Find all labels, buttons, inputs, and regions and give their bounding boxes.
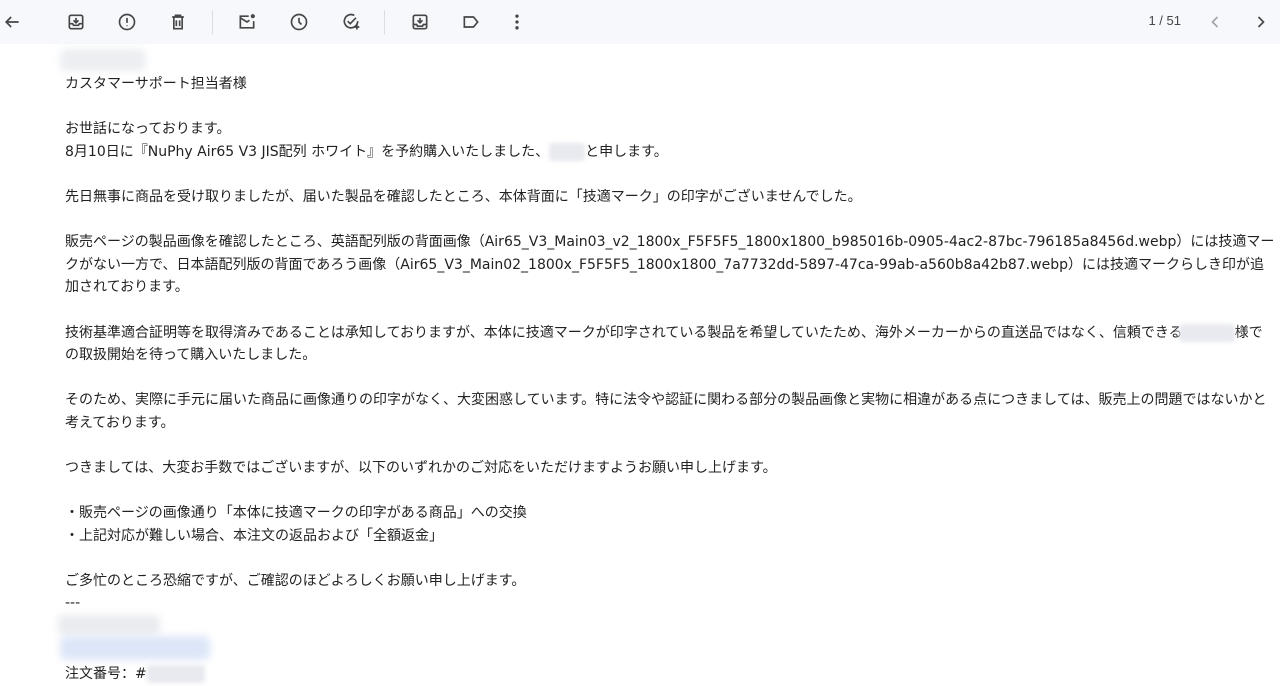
mark-unread-button[interactable] [231, 6, 263, 38]
redacted-name [549, 142, 586, 161]
body-paragraph: 技術基準適合証明等を取得済みであることは承知しておりますが、本体に技適マークが印… [65, 322, 1275, 367]
more-vert-icon [515, 14, 519, 30]
newer-button[interactable] [1199, 6, 1231, 38]
move-to-icon [412, 14, 428, 30]
body-text: 8月10日に『NuPhy Air65 V3 JIS配列 ホワイト』を予約購入いた… [65, 143, 550, 160]
older-button[interactable] [1245, 6, 1277, 38]
archive-icon [68, 14, 84, 30]
closing: ご多忙のところ恐縮ですが、ご確認のほどよろしくお願い申し上げます。 [65, 573, 526, 590]
order-number-line: 注文番号：# [65, 663, 205, 685]
body-paragraph: 先日無事に商品を受け取りましたが、届いた製品を確認したところ、本体背面に「技適マ… [65, 188, 862, 205]
list-item: ・販売ページの画像通り「本体に技適マークの印字がある商品」への交換 [65, 505, 527, 522]
body-paragraph: つきましては、大変お手数ではございますが、以下のいずれかのご対応をいただけますよ… [65, 460, 777, 477]
toolbar-divider [212, 10, 213, 34]
arrow-left-icon [4, 16, 19, 28]
chevron-left-icon [1211, 16, 1219, 28]
body-text: 技術基準適合証明等を取得済みであることは承知しておりますが、本体に技適マークが印… [65, 324, 1183, 341]
body-paragraph: そのため、実際に手元に届いた商品に画像通りの印字がなく、大変困惑しています。特に… [65, 392, 1267, 431]
list-item: ・上記対応が難しい場合、本注文の返品および「全額返金」 [65, 527, 443, 544]
delete-button[interactable] [162, 6, 194, 38]
label-button[interactable] [455, 6, 487, 38]
report-spam-button[interactable] [111, 6, 143, 38]
mark-unread-icon [239, 14, 255, 29]
label-icon [463, 16, 479, 28]
greeting: カスタマーサポート担当者様 [65, 76, 247, 92]
more-button[interactable] [501, 6, 533, 38]
redacted-store [1178, 323, 1235, 342]
order-number-label: 注文番号：# [65, 666, 147, 682]
email-toolbar: 1 / 51 [0, 0, 1280, 44]
snooze-button[interactable] [283, 6, 315, 38]
redacted-signature-link [60, 636, 210, 660]
body-text: と申します。 [585, 143, 668, 160]
archive-button[interactable] [60, 6, 92, 38]
body-line: お世話になっております。 [65, 121, 231, 138]
chevron-right-icon [1257, 16, 1265, 28]
move-to-button[interactable] [404, 6, 436, 38]
clock-icon [290, 13, 308, 31]
redacted-order-number [146, 665, 205, 683]
pager-count: 1 / 51 [1148, 13, 1181, 28]
trash-icon [172, 14, 184, 30]
add-task-button[interactable] [335, 6, 367, 38]
signature-separator: --- [65, 594, 81, 611]
redacted-signature [58, 615, 160, 635]
toolbar-divider [384, 10, 385, 34]
body-paragraph: 販売ページの製品画像を確認したところ、英語配列版の背面画像（Air65_V3_M… [65, 234, 1275, 296]
back-button[interactable] [0, 6, 28, 38]
add-task-icon [343, 13, 360, 30]
report-spam-icon [118, 13, 136, 31]
email-body: カスタマーサポート担当者様 お世話になっております。 8月10日に『NuPhy … [65, 52, 1275, 613]
body-line: 8月10日に『NuPhy Air65 V3 JIS配列 ホワイト』を予約購入いた… [65, 141, 1275, 164]
